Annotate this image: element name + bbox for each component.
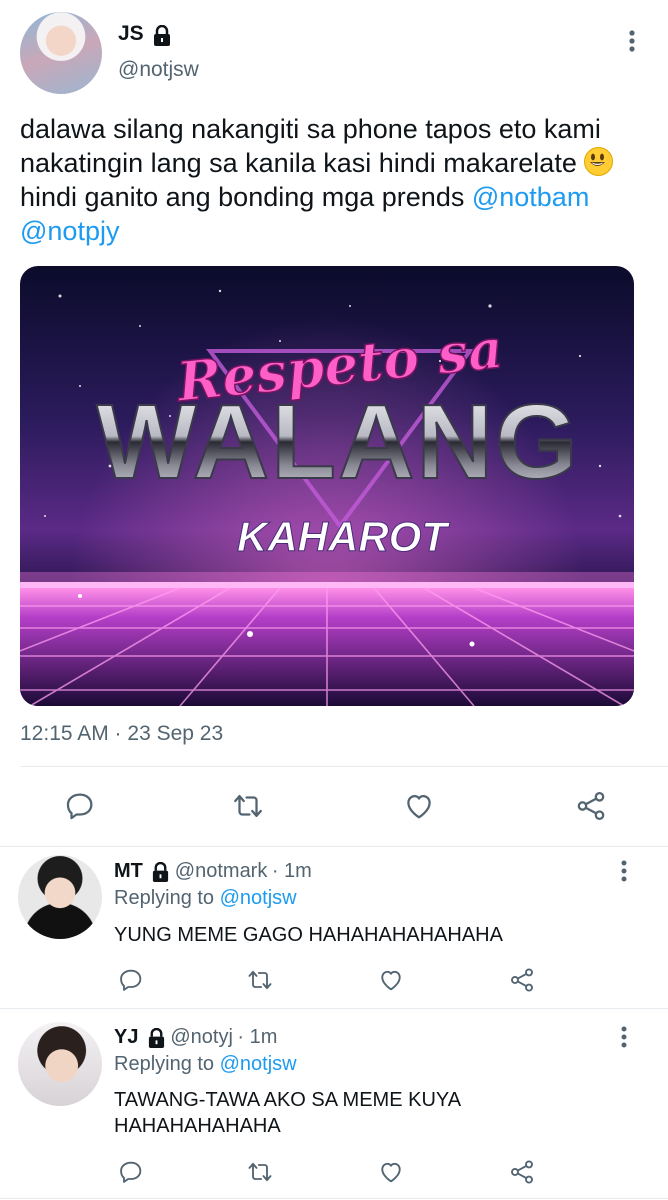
meme-line-3: KAHAROT xyxy=(237,513,450,560)
reply-button[interactable] xyxy=(58,784,102,828)
share-button[interactable] xyxy=(569,784,613,828)
reply-author-handle[interactable]: @notmark xyxy=(175,860,268,882)
author-name[interactable]: JS xyxy=(118,22,144,45)
reply-text: TAWANG-TAWA AKO SA MEME KUYA HAHAHAHAHAH… xyxy=(114,1089,460,1137)
reply-author-handle[interactable]: @notyj xyxy=(170,1026,233,1048)
like-button[interactable] xyxy=(397,784,441,828)
like-button[interactable] xyxy=(374,963,408,997)
divider xyxy=(0,1198,668,1199)
reply-avatar[interactable] xyxy=(18,855,102,939)
reply-button[interactable] xyxy=(114,1155,148,1189)
retweet-icon xyxy=(234,794,262,818)
reply-text: YUNG MEME GAGO HAHAHAHAHAHAHA xyxy=(114,924,503,946)
tweet-text: dalawa silang nakangiti sa phone tapos e… xyxy=(20,112,650,248)
more-icon[interactable] xyxy=(619,858,629,888)
reply-button[interactable] xyxy=(114,963,148,997)
share-button[interactable] xyxy=(505,963,539,997)
reply-time[interactable]: · 1m xyxy=(272,860,312,882)
share-icon xyxy=(511,1160,533,1184)
replying-to-prefix: Replying to xyxy=(114,887,215,909)
retweet-icon xyxy=(248,970,272,990)
replying-to-prefix: Replying to xyxy=(114,1053,215,1075)
divider xyxy=(20,766,668,767)
replying-to-mention[interactable]: @notjsw xyxy=(220,1053,297,1075)
retweet-button[interactable] xyxy=(226,784,270,828)
retweet-icon xyxy=(248,1162,272,1182)
reply-avatar[interactable] xyxy=(18,1022,102,1106)
mention-link-notbam[interactable]: @notbam xyxy=(472,182,589,212)
retweet-button[interactable] xyxy=(243,1155,277,1189)
mention-link-notpjy[interactable]: @notpjy xyxy=(20,216,119,246)
share-button[interactable] xyxy=(505,1155,539,1189)
reply-header: MT @notmark · 1m xyxy=(114,860,312,883)
like-icon xyxy=(381,1162,401,1183)
reply-icon xyxy=(120,1161,142,1183)
more-icon[interactable] xyxy=(627,28,637,58)
replying-to-mention[interactable]: @notjsw xyxy=(220,887,297,909)
tweet-text-part-1: dalawa silang nakangiti sa phone tapos e… xyxy=(20,114,601,178)
meme-line-2: WALANG xyxy=(96,383,579,501)
grinning-emoji-icon xyxy=(584,147,614,176)
divider xyxy=(0,1008,668,1009)
meme-artwork: Respeto sa WALANG KAHAROT xyxy=(20,289,634,706)
reply-header: YJ @notyj · 1m xyxy=(114,1026,277,1049)
reply-icon xyxy=(66,793,93,820)
reply-author-name[interactable]: MT xyxy=(114,860,143,882)
divider xyxy=(0,846,668,847)
reply-author-name[interactable]: YJ xyxy=(114,1026,138,1048)
reply-icon xyxy=(120,969,142,991)
lock-icon xyxy=(154,24,171,46)
replying-to: Replying to @notjsw xyxy=(114,1053,297,1076)
tweet-timestamp[interactable]: 12:15 AM · 23 Sep 23 xyxy=(20,722,223,746)
tweet-media-image[interactable]: Respeto sa WALANG KAHAROT xyxy=(20,266,634,706)
like-icon xyxy=(407,794,431,819)
author-handle[interactable]: @notjsw xyxy=(118,58,199,82)
like-icon xyxy=(381,970,401,991)
more-icon[interactable] xyxy=(619,1024,629,1054)
lock-icon xyxy=(153,862,169,883)
author-avatar[interactable] xyxy=(20,12,102,94)
replying-to: Replying to @notjsw xyxy=(114,887,297,910)
author-name-row[interactable]: JS xyxy=(118,22,172,47)
tweet-text-part-2: hindi ganito ang bonding mga prends xyxy=(20,182,472,212)
lock-icon xyxy=(148,1028,165,1049)
share-icon xyxy=(511,968,533,992)
like-button[interactable] xyxy=(374,1155,408,1189)
retweet-button[interactable] xyxy=(243,963,277,997)
share-icon xyxy=(577,791,605,821)
reply-time[interactable]: · 1m xyxy=(237,1026,277,1048)
